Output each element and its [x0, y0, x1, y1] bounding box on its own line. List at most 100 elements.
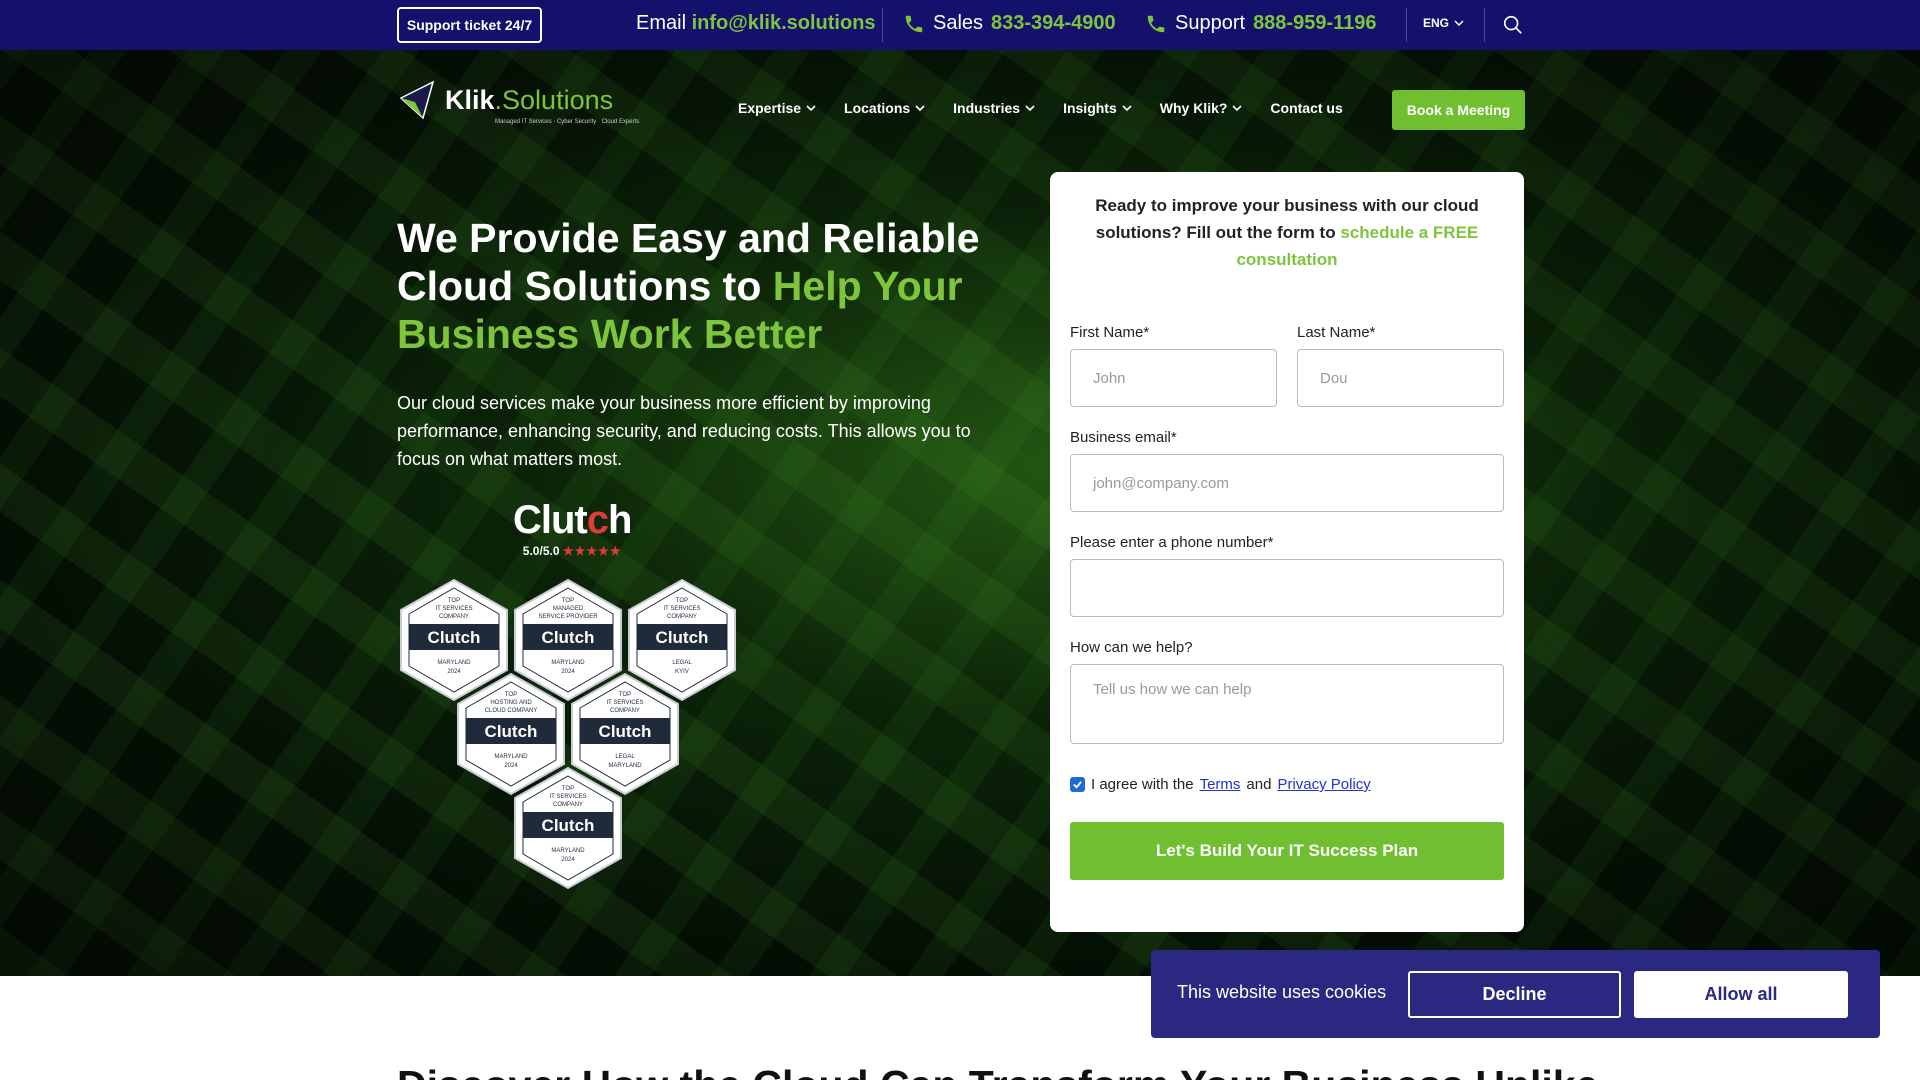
logo-mark-icon [399, 80, 435, 120]
svg-text:COMPANY: COMPANY [439, 614, 469, 620]
nav-industries[interactable]: Industries [953, 100, 1036, 116]
svg-text:SERVICE PROVIDER: SERVICE PROVIDER [538, 614, 598, 620]
logo[interactable]: Klik.Solutions Managed IT Services · Cyb… [397, 80, 639, 125]
search-icon[interactable] [1502, 14, 1524, 36]
svg-text:Clutch: Clutch [428, 628, 481, 647]
last-name-input[interactable]: Dou [1297, 349, 1504, 407]
first-name-label: First Name* [1070, 324, 1150, 341]
hero-description: Our cloud services make your business mo… [397, 393, 971, 469]
support-prefix: Support [1175, 12, 1246, 34]
chevron-down-icon [915, 105, 925, 112]
main-nav: Expertise Locations Industries Insights … [738, 100, 1370, 116]
hero-title: We Provide Easy and Reliable Cloud Solut… [397, 215, 980, 357]
svg-text:COMPANY: COMPANY [610, 708, 640, 714]
check-icon [1073, 781, 1082, 789]
clutch-badge: TOP IT SERVICES COMPANY Clutch MARYLAND 2024 [514, 766, 622, 890]
support-phone: Support 888-959-1196 [1145, 12, 1377, 35]
agree-checkbox[interactable] [1070, 777, 1085, 792]
chevron-down-icon [1025, 105, 1035, 112]
clutch-badges: TOP IT SERVICES COMPANY Clutch MARYLAND 2024 T… [397, 578, 742, 890]
terms-link[interactable]: Terms [1200, 776, 1241, 793]
svg-text:TOP: TOP [448, 598, 460, 604]
svg-text:MARYLAND: MARYLAND [437, 660, 471, 666]
nav-insights[interactable]: Insights [1063, 100, 1133, 116]
clutch-rating: 5.0/5.0 ★★★★★ [522, 544, 622, 558]
star-rating-icon: ★★★★★ [562, 544, 622, 558]
nav-locations[interactable]: Locations [844, 100, 926, 116]
agree-row: I agree with the Terms and Privacy Polic… [1070, 776, 1371, 793]
consultation-form: Ready to improve your business with our … [1050, 172, 1524, 932]
svg-text:CLOUD COMPANY: CLOUD COMPANY [485, 708, 538, 714]
hero-section [0, 50, 1920, 976]
form-intro: Ready to improve your business with our … [1095, 196, 1479, 269]
svg-text:Clutch: Clutch [485, 722, 538, 741]
svg-text:IT SERVICES: IT SERVICES [606, 700, 643, 706]
svg-text:TOP: TOP [562, 786, 574, 792]
support-ticket-button[interactable]: Support ticket 24/7 [397, 7, 542, 43]
cookie-banner: This website uses cookies Decline Allow … [1151, 950, 1880, 1038]
svg-text:HOSTING AND: HOSTING AND [490, 700, 532, 706]
sales-phone: Sales 833-394-4900 [903, 12, 1116, 35]
help-textarea[interactable]: Tell us how we can help [1070, 664, 1504, 744]
cookie-text: This website uses cookies [1177, 982, 1387, 1002]
svg-text:LEGAL: LEGAL [672, 660, 692, 666]
svg-text:MANAGED: MANAGED [553, 606, 584, 612]
first-name-input[interactable]: John [1070, 349, 1277, 407]
decline-cookies-button[interactable]: Decline [1408, 971, 1621, 1018]
top-email: Email info@klik.solutions [636, 12, 876, 35]
phone-icon [905, 15, 923, 32]
svg-text:TOP: TOP [505, 692, 517, 698]
svg-text:MARYLAND: MARYLAND [494, 754, 528, 760]
help-label: How can we help? [1070, 639, 1193, 656]
logo-tagline: Managed IT Services · Cyber Security · C… [495, 118, 640, 125]
sales-prefix: Sales [933, 12, 984, 34]
svg-text:TOP: TOP [562, 598, 574, 604]
svg-text:Clutch: Clutch [542, 816, 595, 835]
nav-why-klik[interactable]: Why Klik? [1160, 100, 1244, 116]
email-input[interactable]: john@company.com [1070, 454, 1504, 512]
email-prefix: Email [636, 12, 687, 34]
svg-text:MARYLAND: MARYLAND [551, 848, 585, 854]
language-selector[interactable]: ENG [1423, 16, 1465, 30]
topbar-divider [882, 8, 883, 42]
top-utility-bar: Support ticket 24/7 Email info@klik.solu… [0, 0, 1920, 50]
svg-text:TOP: TOP [619, 692, 631, 698]
and-text: and [1246, 776, 1272, 793]
phone-icon [1147, 15, 1165, 32]
nav-expertise[interactable]: Expertise [738, 100, 817, 116]
svg-text:IT SERVICES: IT SERVICES [663, 606, 700, 612]
submit-button[interactable]: Let's Build Your IT Success Plan [1070, 822, 1504, 880]
book-meeting-button[interactable]: Book a Meeting [1392, 90, 1525, 130]
sales-phone-link[interactable]: 833-394-4900 [991, 12, 1116, 35]
svg-text:MARYLAND: MARYLAND [551, 660, 585, 666]
agree-text: I agree with the [1091, 776, 1194, 793]
svg-text:COMPANY: COMPANY [553, 802, 583, 808]
chevron-down-icon [1232, 105, 1242, 112]
nav-contact-us[interactable]: Contact us [1270, 100, 1342, 116]
logo-text: Klik.Solutions [445, 84, 614, 115]
allow-all-cookies-button[interactable]: Allow all [1634, 971, 1848, 1018]
clutch-logo: Clutch [513, 498, 632, 542]
svg-text:IT SERVICES: IT SERVICES [549, 794, 586, 800]
phone-label: Please enter a phone number* [1070, 534, 1274, 551]
svg-text:2024: 2024 [561, 857, 575, 863]
topbar-divider [1406, 8, 1407, 42]
svg-text:LEGAL: LEGAL [615, 754, 635, 760]
support-phone-link[interactable]: 888-959-1196 [1253, 12, 1376, 35]
chevron-down-icon [1122, 105, 1132, 112]
phone-input[interactable] [1070, 559, 1504, 617]
chevron-down-icon [1454, 20, 1464, 27]
last-name-label: Last Name* [1297, 324, 1376, 341]
svg-text:Clutch: Clutch [599, 722, 652, 741]
language-label: ENG [1423, 16, 1450, 30]
svg-text:Clutch: Clutch [542, 628, 595, 647]
email-label: Business email* [1070, 429, 1177, 446]
topbar-divider [1484, 8, 1485, 42]
chevron-down-icon [806, 105, 816, 112]
privacy-policy-link[interactable]: Privacy Policy [1277, 776, 1370, 793]
svg-text:IT SERVICES: IT SERVICES [435, 606, 472, 612]
section-title: Discover How the Cloud Can Transform You… [397, 1062, 1598, 1080]
clutch-rating-block[interactable]: Clutch 5.0/5.0 ★★★★★ [513, 498, 632, 558]
svg-text:COMPANY: COMPANY [667, 614, 697, 620]
email-link[interactable]: info@klik.solutions [692, 12, 876, 34]
